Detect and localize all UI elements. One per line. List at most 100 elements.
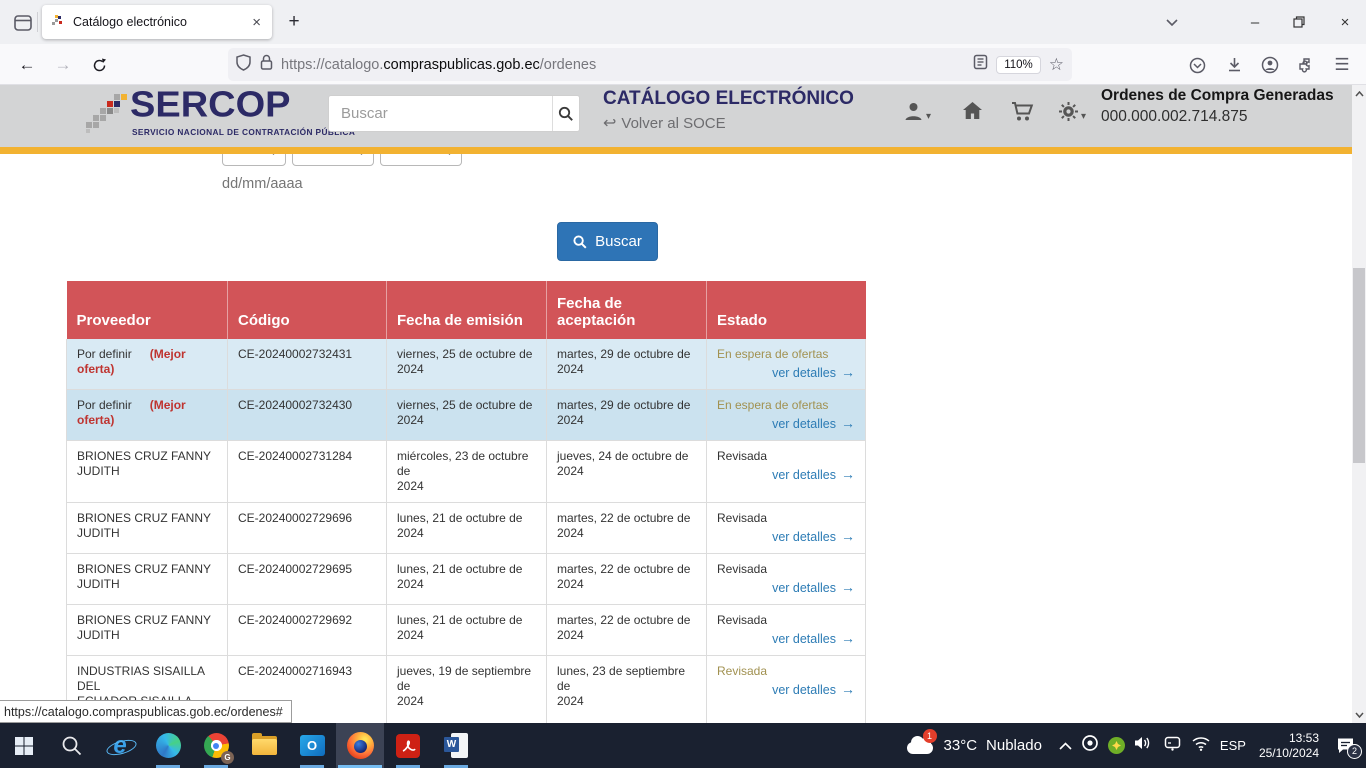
orders-generated-number: 000.000.002.714.875 — [1101, 108, 1248, 126]
shield-icon[interactable] — [236, 54, 251, 76]
downloads-icon[interactable] — [1221, 52, 1247, 78]
new-tab-button[interactable]: + — [280, 8, 308, 36]
user-menu-icon[interactable]: ▾ — [903, 101, 931, 122]
display-cast-icon[interactable] — [1163, 735, 1182, 756]
firefox-view-icon[interactable] — [8, 10, 38, 36]
arrow-right-icon[interactable]: → — [841, 528, 855, 544]
table-row: BRIONES CRUZ FANNY JUDITHCE-202400027296… — [67, 503, 866, 554]
weather-widget[interactable]: 1 33°C Nublado — [905, 736, 1042, 756]
table-row: Por definir(Mejor oferta)CE-202400027324… — [67, 390, 866, 441]
action-center-icon[interactable]: 2 — [1332, 733, 1358, 759]
buscar-button[interactable]: Buscar — [557, 222, 658, 261]
clock-time: 13:53 — [1289, 731, 1319, 745]
start-button[interactable] — [0, 723, 48, 768]
bookmark-star-icon[interactable]: ☆ — [1049, 55, 1064, 75]
site-search-input[interactable] — [329, 96, 552, 131]
arrow-right-icon[interactable]: → — [841, 415, 855, 431]
chrome-icon[interactable]: G — [192, 723, 240, 768]
browser-tab[interactable]: Catálogo electrónico × — [42, 5, 272, 39]
restore-button[interactable] — [1285, 8, 1313, 36]
close-button[interactable]: × — [1331, 8, 1359, 36]
zoom-level-button[interactable]: 110% — [996, 56, 1041, 74]
firefox-icon[interactable] — [336, 723, 384, 768]
ver-detalles-link[interactable]: ver detalles — [772, 632, 836, 646]
word-icon[interactable]: W — [432, 723, 480, 768]
cell-accept-date: martes, 29 de octubre de 2024 — [547, 390, 707, 441]
volver-al-soce-link[interactable]: ↩ Volver al SOCE — [603, 113, 726, 133]
cell-status: Revisadaver detalles→ — [707, 441, 866, 503]
scrollbar-down-icon[interactable] — [1352, 707, 1366, 722]
back-button[interactable]: ← — [12, 50, 42, 80]
cell-accept-date: jueves, 24 de octubre de 2024 — [547, 441, 707, 503]
forward-button[interactable]: → — [48, 50, 78, 80]
ver-detalles-link[interactable]: ver detalles — [772, 530, 836, 544]
column-header: Fecha de aceptación — [547, 281, 707, 339]
acrobat-icon[interactable] — [384, 723, 432, 768]
cell-issue-date: viernes, 25 de octubre de 2024 — [387, 339, 547, 390]
arrow-right-icon[interactable]: → — [841, 364, 855, 380]
taskbar-search-icon[interactable] — [48, 723, 96, 768]
cell-code: CE-20240002732430 — [228, 390, 387, 441]
arrow-right-icon[interactable]: → — [841, 579, 855, 595]
scrollbar-up-icon[interactable] — [1352, 86, 1366, 101]
reader-view-icon[interactable] — [973, 54, 988, 75]
arrow-right-icon[interactable]: → — [841, 630, 855, 646]
ver-detalles-link[interactable]: ver detalles — [772, 417, 836, 431]
cell-provider: Por definir(Mejor oferta) — [67, 339, 228, 390]
lock-icon[interactable] — [260, 54, 273, 75]
cell-accept-date: martes, 22 de octubre de 2024 — [547, 605, 707, 656]
menu-hamburger-icon[interactable]: ☰ — [1329, 52, 1355, 78]
tab-close-icon[interactable]: × — [250, 14, 263, 31]
ver-detalles-link[interactable]: ver detalles — [772, 581, 836, 595]
ver-detalles-link[interactable]: ver detalles — [772, 683, 836, 697]
outlook-icon[interactable]: O — [288, 723, 336, 768]
volver-arrow-icon: ↩ — [603, 113, 616, 133]
cart-icon[interactable] — [1011, 101, 1034, 122]
account-icon[interactable] — [1257, 52, 1283, 78]
record-tray-icon[interactable] — [1081, 734, 1099, 757]
tab-list-chevron-icon[interactable] — [1158, 8, 1186, 36]
cell-issue-date: lunes, 21 de octubre de 2024 — [387, 503, 547, 554]
reload-icon[interactable] — [84, 50, 114, 80]
wifi-icon[interactable] — [1191, 736, 1211, 756]
file-explorer-icon[interactable] — [240, 723, 288, 768]
tray-chevron-up-icon[interactable] — [1059, 737, 1072, 755]
provider-name: BRIONES CRUZ FANNY JUDITH — [77, 449, 211, 478]
cell-status: En espera de ofertas ver detalles → — [707, 339, 866, 390]
column-header: Estado — [707, 281, 866, 339]
pocket-icon[interactable] — [1184, 52, 1210, 78]
internet-explorer-icon[interactable]: e — [96, 723, 144, 768]
settings-gear-icon[interactable]: ▾ — [1058, 101, 1086, 122]
taskbar-clock[interactable]: 13:53 25/10/2024 — [1259, 731, 1319, 761]
cell-provider: BRIONES CRUZ FANNY JUDITH — [67, 503, 228, 554]
ver-detalles-link[interactable]: ver detalles — [772, 366, 836, 380]
cell-code: CE-20240002732431 — [228, 339, 387, 390]
cell-provider: Por definir(Mejor oferta) — [67, 390, 228, 441]
volume-icon[interactable] — [1134, 735, 1154, 756]
extensions-puzzle-icon[interactable] — [1293, 52, 1319, 78]
cell-accept-date: martes, 29 de octubre de 2024 — [547, 339, 707, 390]
scrollbar-thumb[interactable] — [1353, 268, 1365, 463]
tab-favicon-sercop-icon — [51, 13, 65, 32]
minimize-button[interactable]: – — [1241, 8, 1269, 36]
home-icon[interactable] — [962, 101, 983, 121]
status-text: En espera de ofertas — [717, 347, 855, 362]
cell-issue-date: lunes, 21 de octubre de 2024 — [387, 605, 547, 656]
arrow-right-icon[interactable]: → — [841, 681, 855, 697]
cell-accept-date: martes, 22 de octubre de 2024 — [547, 503, 707, 554]
site-search-button[interactable] — [552, 96, 579, 131]
arrow-right-icon[interactable]: → — [841, 466, 855, 482]
edge-icon[interactable] — [144, 723, 192, 768]
ver-detalles-link[interactable]: ver detalles — [772, 468, 836, 482]
antivirus-tray-icon[interactable] — [1108, 737, 1125, 754]
cell-code: CE-20240002729692 — [228, 605, 387, 656]
cell-provider: BRIONES CRUZ FANNY JUDITH — [67, 554, 228, 605]
language-indicator[interactable]: ESP — [1220, 738, 1246, 753]
tab-separator — [37, 12, 38, 32]
url-bar[interactable]: https://catalogo.compraspublicas.gob.ec/… — [228, 48, 1072, 81]
cell-issue-date: viernes, 25 de octubre de 2024 — [387, 390, 547, 441]
url-text[interactable]: https://catalogo.compraspublicas.gob.ec/… — [281, 57, 973, 73]
table-row: BRIONES CRUZ FANNY JUDITHCE-202400027312… — [67, 441, 866, 503]
sercop-logo-subtitle: SERVICIO NACIONAL DE CONTRATACIÓN PÚBLIC… — [132, 127, 355, 137]
cell-status: Revisadaver detalles→ — [707, 605, 866, 656]
